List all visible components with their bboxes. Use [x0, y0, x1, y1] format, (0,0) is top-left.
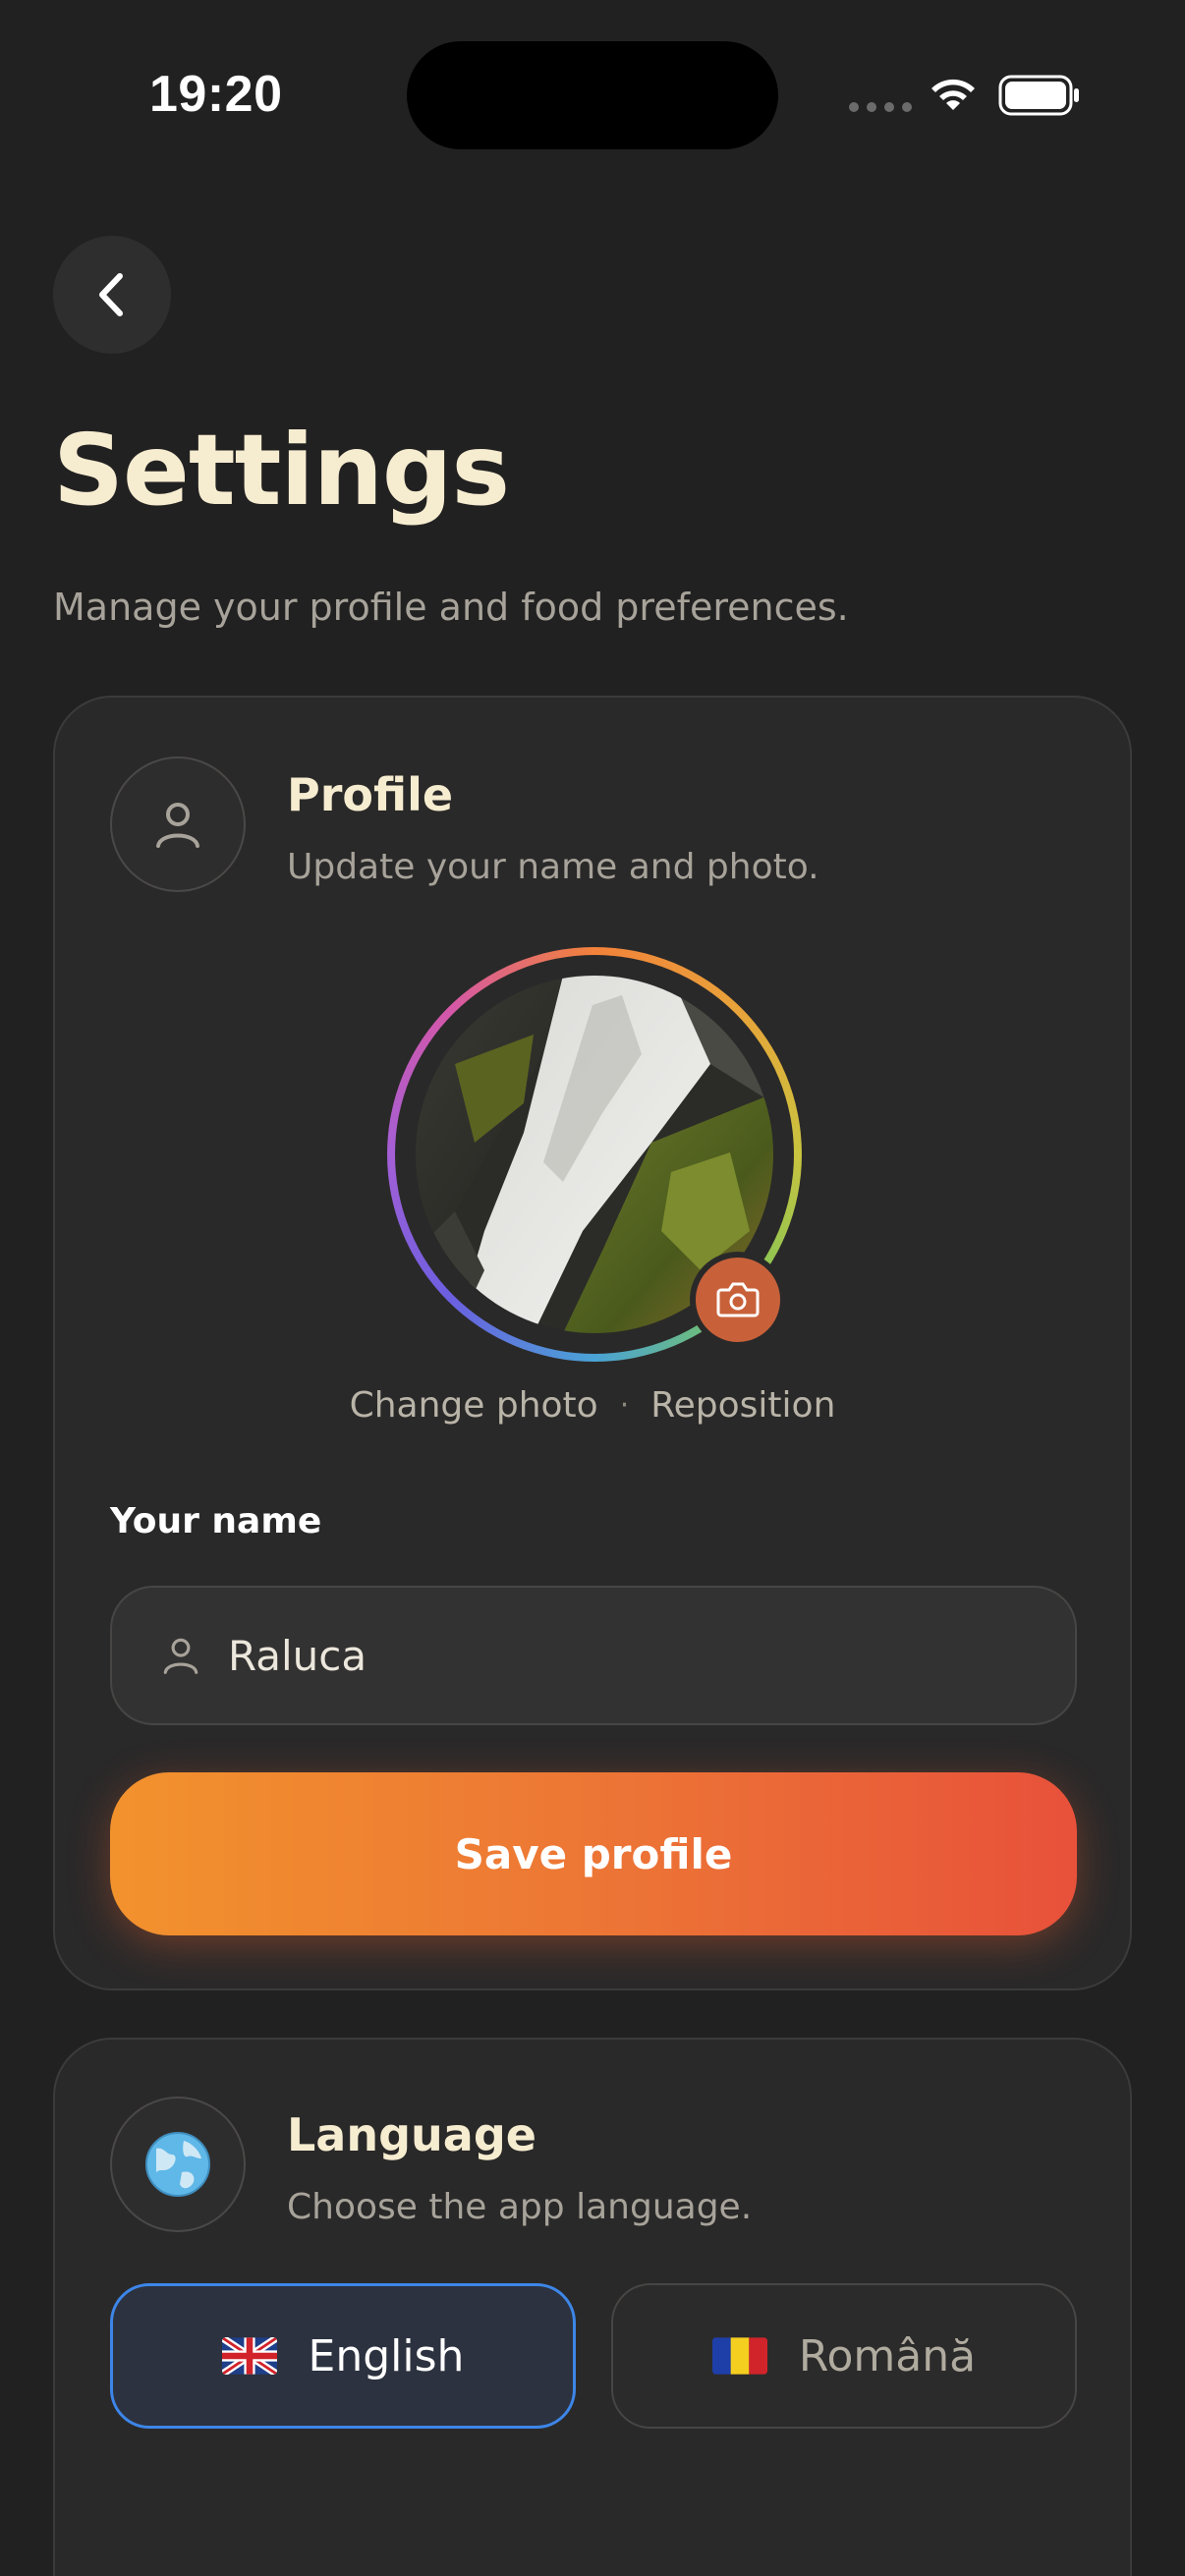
- language-option-label: Română: [798, 2330, 977, 2381]
- language-card-description: Choose the app language.: [287, 2187, 753, 2227]
- change-photo-link[interactable]: Change photo: [350, 1385, 598, 1426]
- language-section-icon: [110, 2097, 246, 2232]
- photo-actions: Change photo · Reposition: [55, 1385, 1130, 1426]
- status-time: 19:20: [149, 66, 283, 123]
- page-subtitle: Manage your profile and food preferences…: [53, 586, 849, 629]
- back-button[interactable]: [53, 236, 171, 354]
- save-profile-button[interactable]: Save profile: [110, 1772, 1077, 1935]
- dynamic-island: [407, 41, 778, 149]
- name-field-label: Your name: [110, 1501, 322, 1541]
- language-card-title: Language: [287, 2108, 536, 2161]
- romania-flag-icon: [711, 2337, 767, 2375]
- camera-icon: [716, 1282, 760, 1317]
- profile-section-icon: [110, 756, 246, 892]
- user-icon: [163, 1638, 198, 1674]
- language-option-english[interactable]: English: [110, 2283, 576, 2429]
- profile-card-title: Profile: [287, 768, 454, 821]
- reposition-link[interactable]: Reposition: [650, 1385, 835, 1426]
- settings-screen: 19:20 Settings Manage your profile and f…: [0, 0, 1185, 2576]
- globe-icon: [145, 2132, 210, 2197]
- separator-dot: ·: [619, 1388, 630, 1423]
- wifi-icon: [931, 79, 975, 110]
- page-title: Settings: [53, 413, 510, 528]
- cellular-signal-icon: [849, 102, 912, 112]
- name-input[interactable]: [228, 1631, 994, 1680]
- name-field[interactable]: [110, 1586, 1077, 1725]
- uk-flag-icon: [221, 2337, 277, 2375]
- language-card: Language Choose the app language. Englis…: [53, 2038, 1132, 2576]
- profile-card-description: Update your name and photo.: [287, 847, 819, 887]
- language-option-romanian[interactable]: Română: [611, 2283, 1077, 2429]
- profile-card: Profile Update your name and photo. Chan…: [53, 696, 1132, 1990]
- language-option-label: English: [308, 2330, 465, 2381]
- battery-icon: [998, 75, 1079, 116]
- chevron-left-icon: [99, 273, 123, 316]
- user-icon: [156, 803, 199, 848]
- language-options: English Română: [110, 2283, 1077, 2429]
- change-photo-camera-button[interactable]: [690, 1252, 786, 1348]
